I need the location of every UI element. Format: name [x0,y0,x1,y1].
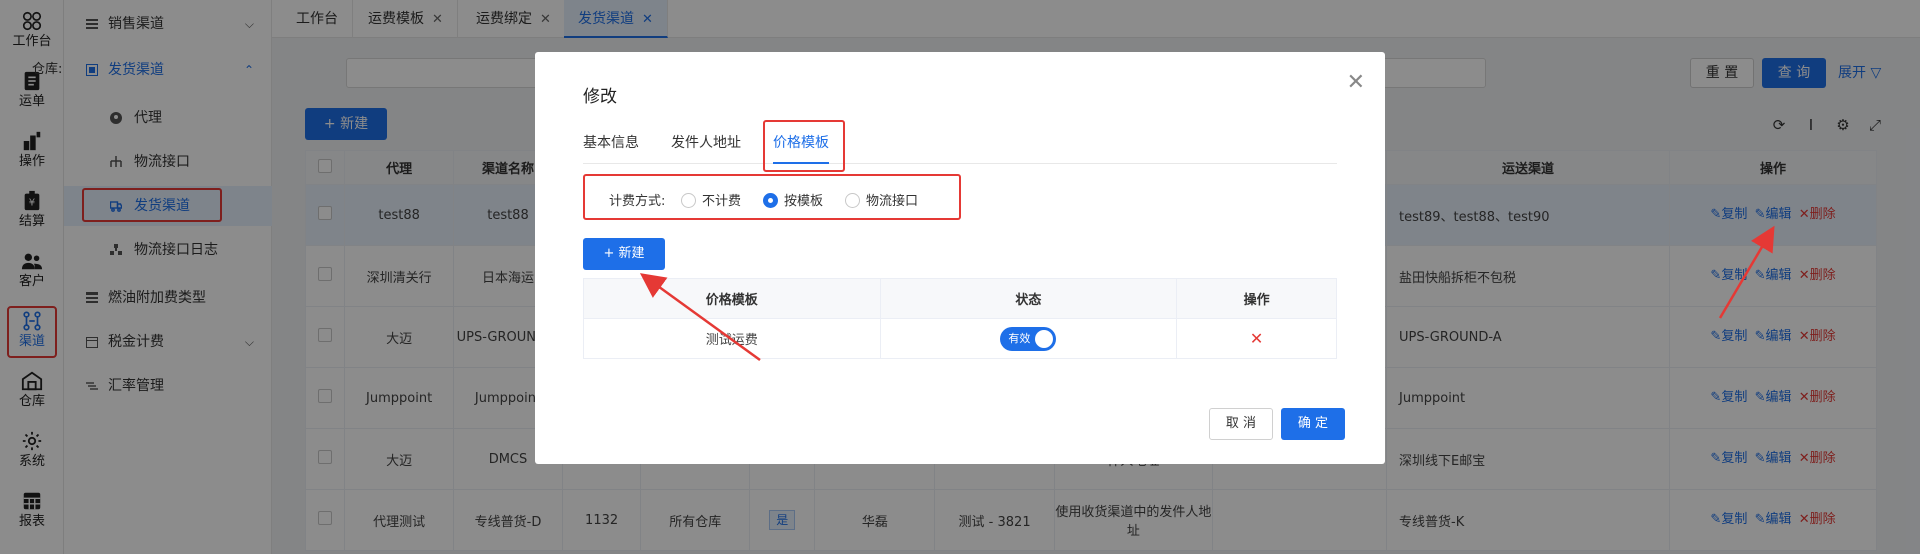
status-cell: 有效 [879,318,1178,359]
radio-label: 按模板 [784,194,824,209]
radio-logistics-api[interactable]: 物流接口 [845,190,918,209]
confirm-button[interactable]: 确 定 [1281,408,1345,440]
radio-no-billing[interactable]: 不计费 [681,190,741,209]
radio-dot[interactable] [763,193,778,208]
column-header: 操作 [1176,278,1337,319]
action-cell: ✕ [1176,318,1337,359]
status-toggle[interactable]: 有效 [1000,326,1057,351]
delete-icon[interactable]: ✕ [1250,329,1263,348]
radio-label: 不计费 [702,194,742,209]
modal-title: 修改 [583,87,617,107]
cancel-button[interactable]: 取 消 [1209,408,1273,440]
close-icon[interactable]: ✕ [1347,70,1365,95]
table-row: 测试运费 有效 ✕ [583,318,1337,359]
column-header: 状态 [879,278,1178,319]
billing-mode-group: 计费方式: 不计费 按模板 物流接口 [583,174,961,220]
tab-basic-info[interactable]: 基本信息 [583,122,639,164]
radio-label: 物流接口 [866,194,919,209]
price-template-table: 价格模板 状态 操作 测试运费 有效 ✕ [583,278,1337,359]
app-root: 工作台 运单 操作 ¥ 结算 客户 渠道 仓库 系统 报表 销售渠道 ⌵ 发货渠… [0,0,1920,554]
column-header: 价格模板 [583,278,881,319]
radio-by-template[interactable]: 按模板 [763,190,823,209]
edit-modal: 修改 ✕ 基本信息 发件人地址 价格模板 计费方式: 不计费 按模板 物流接口 … [535,52,1385,464]
template-name-cell: 测试运费 [583,318,881,359]
billing-mode-label: 计费方式: [609,194,666,209]
tab-price-template[interactable]: 价格模板 [763,120,845,172]
annotation-box [763,120,845,172]
table-header-row: 价格模板 状态 操作 [583,278,1337,319]
modal-tabs: 基本信息 发件人地址 价格模板 [583,120,1337,172]
new-price-template-button[interactable]: + 新建 [583,238,665,270]
radio-dot[interactable] [681,193,696,208]
tab-sender-address[interactable]: 发件人地址 [671,122,741,164]
radio-dot[interactable] [845,193,860,208]
